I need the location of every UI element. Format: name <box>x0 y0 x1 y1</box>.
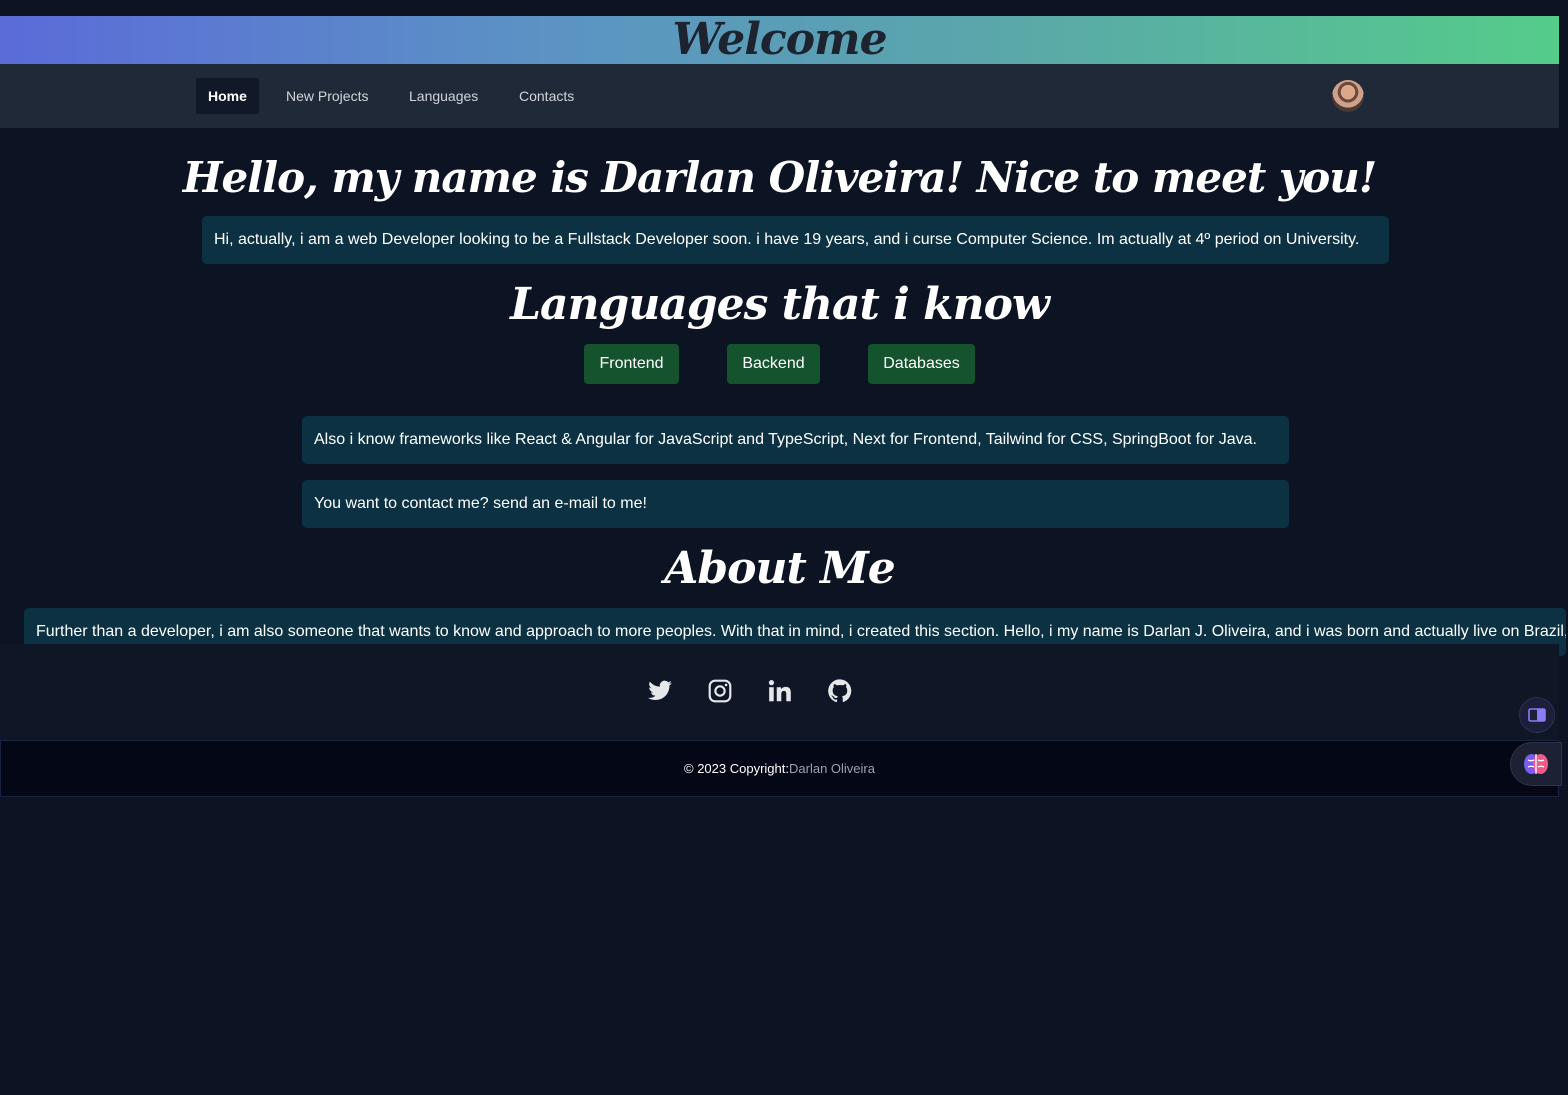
intro-text-box: Hi, actually, i am a web Developer looki… <box>202 216 1389 264</box>
welcome-title: Welcome <box>672 14 887 65</box>
frontend-button[interactable]: Frontend <box>584 344 679 384</box>
contact-text: You want to contact me? send an e-mail t… <box>314 495 647 512</box>
nav-item-languages[interactable]: Languages <box>397 78 490 114</box>
frameworks-text: Also i know frameworks like React & Angu… <box>314 431 1257 448</box>
navbar: Home New Projects Languages Contacts <box>0 64 1559 128</box>
nav-item-contacts[interactable]: Contacts <box>507 78 586 114</box>
copyright-text: © 2023 Copyright: <box>684 761 789 776</box>
about-text: Further than a developer, i am also some… <box>36 623 1566 640</box>
nav-item-new-projects[interactable]: New Projects <box>274 78 380 114</box>
welcome-banner: Welcome <box>0 16 1559 64</box>
about-title: About Me <box>664 543 896 594</box>
copyright-author-link[interactable]: Darlan Oliveira <box>789 761 875 776</box>
social-links <box>0 644 1559 740</box>
linkedin-icon[interactable] <box>767 678 793 704</box>
contact-text-box: You want to contact me? send an e-mail t… <box>302 480 1289 528</box>
assistant-button[interactable] <box>1510 742 1562 786</box>
databases-button[interactable]: Databases <box>868 344 975 384</box>
instagram-icon[interactable] <box>707 678 733 704</box>
backend-button[interactable]: Backend <box>727 344 820 384</box>
nav-item-home[interactable]: Home <box>196 78 259 114</box>
languages-title: Languages that i know <box>510 279 1050 330</box>
page-headline: Hello, my name is Darlan Oliveira! Nice … <box>182 153 1377 202</box>
reader-icon <box>1528 708 1546 722</box>
footer: © 2023 Copyright: Darlan Oliveira <box>0 740 1559 797</box>
github-icon[interactable] <box>827 678 853 704</box>
frameworks-text-box: Also i know frameworks like React & Angu… <box>302 416 1289 464</box>
reader-button[interactable] <box>1519 697 1555 733</box>
intro-text: Hi, actually, i am a web Developer looki… <box>214 231 1360 248</box>
avatar[interactable] <box>1332 80 1364 112</box>
brain-icon <box>1524 754 1548 774</box>
twitter-icon[interactable] <box>647 678 673 704</box>
